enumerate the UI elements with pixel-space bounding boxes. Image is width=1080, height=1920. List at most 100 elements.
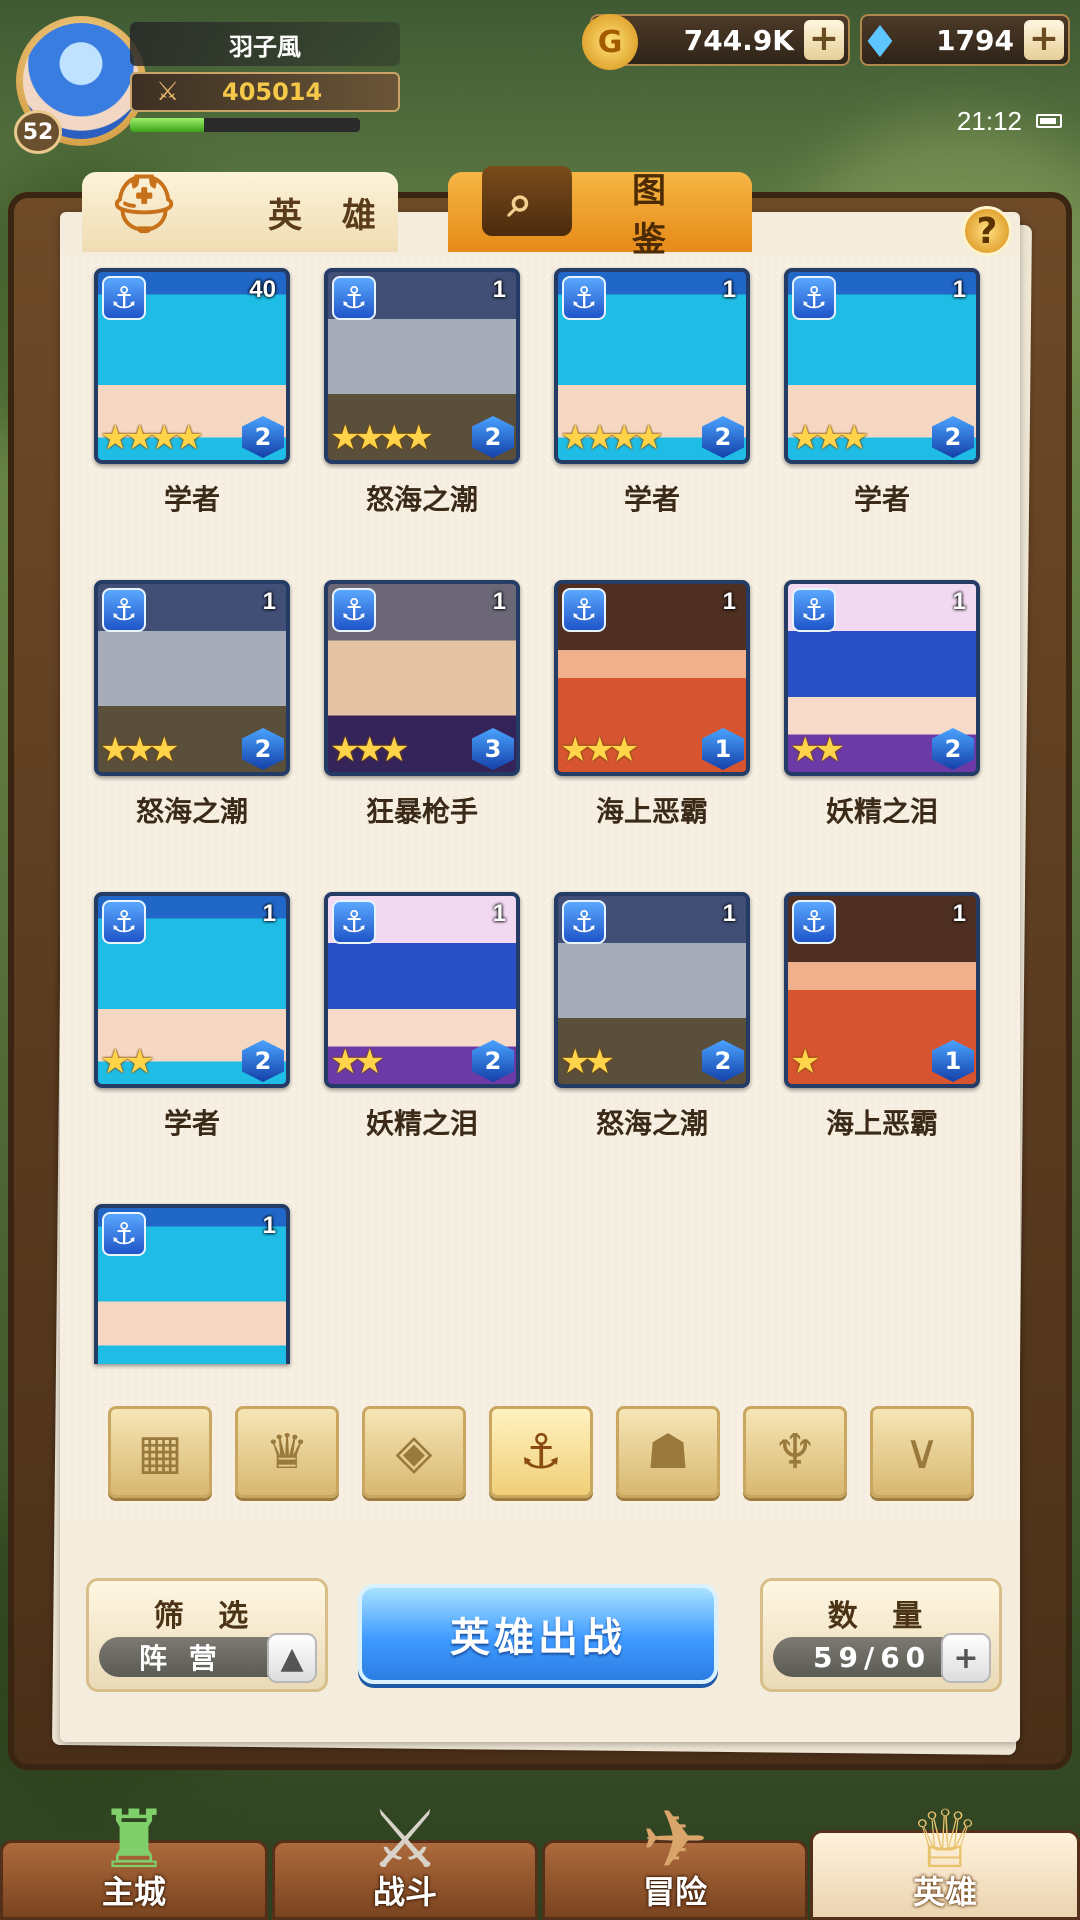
anchor-faction-icon: ⚓ [519,1424,563,1480]
tab-codex[interactable]: ⌕ 图 鉴 [448,166,752,260]
hero-card[interactable]: ⚓ 1 ★★ 2 妖精之泪 [784,580,980,828]
hero-name: 学者 [853,483,910,516]
nav-tab-2[interactable]: ✈ 冒险 [542,1793,808,1920]
hero-level: 1 [952,276,966,303]
tab-heroes[interactable]: ⛑ 英 雄 [82,172,398,252]
gem-value: 1794 [936,23,1014,57]
hero-portrait: ⚓ 1 ★★ 2 [324,892,520,1088]
filter-beast-faction-button[interactable]: ☗ [616,1406,720,1498]
tab-codex-label: 图 鉴 [632,171,680,260]
horn-faction-icon: ♆ [773,1424,817,1480]
nav-tab-0[interactable]: ♜ 主城 [0,1793,268,1920]
hero-portrait: ⚓ 1 ★★★★ 2 [324,268,520,464]
hero-rank-badge: 2 [702,416,744,458]
hero-stars: ★★★ [330,730,409,770]
magnifier-icon: ⌕ [482,166,572,236]
hero-card[interactable]: ⚓ 40 ★★★★ 2 学者 [94,268,290,516]
filter-panel: 筛 选 阵 营 ▲ [86,1578,328,1692]
anchor-icon: ⚓ [792,588,836,632]
nav-tab-1[interactable]: ⚔ 战斗 [272,1793,538,1920]
hero-card[interactable]: ⚓ 1 ★★★★ 2 怒海之潮 [324,268,520,516]
add-gold-button[interactable]: + [804,20,844,60]
grid-all-icon: ▦ [137,1424,183,1480]
hero-level: 1 [262,900,276,927]
anchor-icon: ⚓ [102,276,146,320]
filter-diamond-faction-button[interactable]: ◈ [362,1406,466,1498]
hero-card[interactable]: ⚓ 1 ★★★ 1 海上恶霸 [554,580,750,828]
expand-slots-button[interactable]: + [941,1633,991,1683]
count-label: 数 量 [827,1599,935,1634]
filter-anchor-faction-button[interactable]: ⚓ [489,1406,593,1498]
hero-stars: ★★★★ [330,418,434,458]
deploy-heroes-button[interactable]: 英雄出战 [358,1584,718,1684]
hero-name: 学者 [163,483,220,516]
nav-label: 战斗 [372,1873,437,1911]
hero-stars: ★★★★ [560,418,664,458]
gem-counter: ♦ 1794 + [860,14,1070,68]
filter-wing-faction-button[interactable]: ∨ [870,1406,974,1498]
hero-rank-badge: 2 [932,728,974,770]
hero-portrait: ⚓ 1 ★ 1 [784,892,980,1088]
hero-level: 40 [249,276,276,303]
help-button[interactable]: ? [962,206,1012,256]
filter-horn-faction-button[interactable]: ♆ [743,1406,847,1498]
hero-name: 妖精之泪 [365,1107,478,1140]
filter-grid-all-button[interactable]: ▦ [108,1406,212,1498]
filter-label: 筛 选 [153,1599,261,1634]
anchor-icon: ⚓ [332,900,376,944]
hero-card[interactable]: ⚓ 1 ★★ 2 妖精之泪 [324,892,520,1140]
hero-rank-badge: 2 [472,416,514,458]
hero-rank-badge: 3 [472,728,514,770]
hero-card[interactable]: ⚓ 1 ★★★★ 2 学者 [554,268,750,516]
hero-rank-badge: 2 [242,728,284,770]
anchor-icon: ⚓ [562,276,606,320]
filter-toggle-button[interactable]: ▲ [267,1633,317,1683]
hero-portrait: ⚓ 1 ★★ 2 [784,580,980,776]
hero-portrait: ⚓ 1 ★★★★ 2 [554,268,750,464]
hero-portrait: ⚓ 1 ★★★ 2 [94,580,290,776]
gold-counter: G 744.9K + [582,14,850,70]
flame-faction-icon: ♛ [265,1424,309,1480]
nav-label: 冒险 [642,1873,707,1911]
anchor-icon: ⚓ [792,900,836,944]
xp-bar [130,118,360,132]
battery-icon [1036,114,1062,128]
hero-level: 1 [952,588,966,615]
power-value: 405014 [222,78,323,106]
add-gems-button[interactable]: + [1024,20,1064,60]
hero-stars: ★★★★ [100,418,204,458]
hero-card[interactable]: ⚓ 1 ★★ 2 怒海之潮 [554,892,750,1140]
hero-name: 怒海之潮 [365,483,478,516]
hero-level: 1 [262,588,276,615]
hero-card[interactable]: ⚓ 1 ★★★ 3 狂暴枪手 [324,580,520,828]
anchor-icon: ⚓ [562,588,606,632]
anchor-icon: ⚓ [792,276,836,320]
hero-level: 1 [262,1212,276,1239]
hero-stars: ★★★ [560,730,639,770]
xp-fill [130,118,204,132]
hero-name: 怒海之潮 [595,1107,708,1140]
hero-card[interactable]: ⚓ 1 ★★ 2 学者 [94,892,290,1140]
hero-card[interactable]: ⚓ 1 ★★★ 2 学者 [784,268,980,516]
hero-stars: ★★ [790,730,845,770]
hero-rank-badge: 2 [242,1040,284,1082]
hero-portrait: ⚓ 1 ★★★ 2 [784,268,980,464]
hero-card[interactable]: ⚓ 1 ★ 1 海上恶霸 [784,892,980,1140]
crossed-swords-icon: ⚔ [156,77,180,107]
clock: 21:12 [956,106,1022,136]
hero-level: 1 [722,900,736,927]
hero-name: 狂暴枪手 [365,795,478,828]
filter-flame-faction-button[interactable]: ♛ [235,1406,339,1498]
hero-level: 1 [722,588,736,615]
hero-rank-badge: 2 [702,1040,744,1082]
hero-level: 1 [492,276,506,303]
anchor-icon: ⚓ [102,1212,146,1256]
hero-name: 学者 [623,483,680,516]
hero-rank-badge: 1 [932,1040,974,1082]
hero-card[interactable]: ⚓ 1 ★★★ 2 怒海之潮 [94,580,290,828]
nav-tab-3[interactable]: ♕ 英雄 [810,1793,1080,1920]
anchor-icon: ⚓ [102,588,146,632]
anchor-icon: ⚓ [332,276,376,320]
diamond-faction-icon: ◈ [395,1424,433,1480]
hero-card[interactable]: ⚓ 1 [94,1204,290,1436]
